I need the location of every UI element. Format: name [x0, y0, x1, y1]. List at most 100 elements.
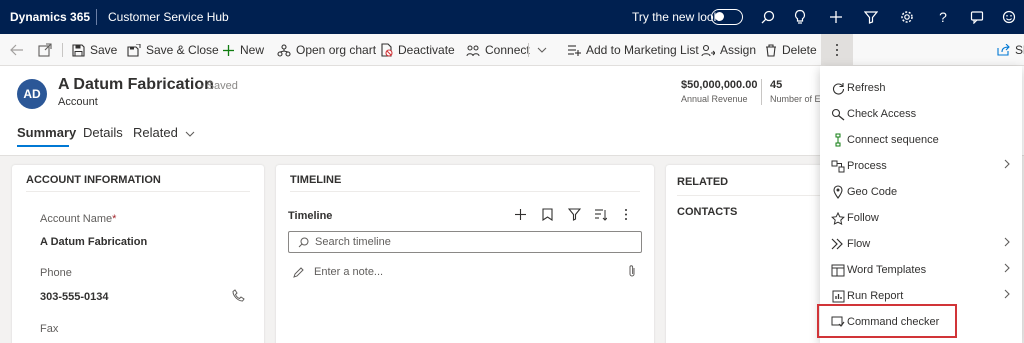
top-navigation-bar: Dynamics 365 Customer Service Hub Try th… [0, 0, 1024, 34]
record-entity-type: Account [58, 96, 98, 108]
trash-icon [766, 43, 776, 57]
menu-item-process[interactable]: Process [820, 153, 1022, 179]
tab-summary[interactable]: Summary [17, 125, 76, 140]
tab-details[interactable]: Details [83, 125, 123, 140]
share-label: Sh [1015, 43, 1024, 57]
org-chart-button[interactable]: Open org chart [277, 34, 376, 66]
annual-revenue-value: $50,000,000.00 [681, 79, 758, 91]
gear-icon[interactable] [898, 8, 916, 26]
deactivate-button[interactable]: Deactivate [380, 34, 455, 66]
connect-dropdown-button[interactable] [537, 34, 547, 66]
command-checker-highlight [817, 304, 957, 338]
back-button[interactable] [10, 34, 24, 66]
bookmark-icon[interactable] [542, 208, 553, 224]
app-name[interactable]: Customer Service Hub [108, 10, 229, 24]
related-heading: RELATED [677, 176, 729, 188]
phone-icon[interactable] [232, 289, 245, 305]
account-information-heading: ACCOUNT INFORMATION [26, 174, 161, 186]
account-name-field[interactable]: A Datum Fabrication [40, 236, 147, 248]
deactivate-icon [381, 43, 393, 57]
assign-button[interactable]: Assign [701, 34, 756, 66]
chevron-right-icon [1004, 237, 1010, 247]
divider [528, 43, 529, 57]
save-close-button[interactable]: Save & Close [127, 34, 219, 66]
chevron-down-icon [537, 47, 547, 53]
menu-item-follow[interactable]: Follow [820, 205, 1022, 231]
menu-item-label: Check Access [847, 108, 917, 120]
marketing-list-icon [568, 45, 581, 56]
connect-icon [466, 45, 480, 56]
check-access-icon [830, 106, 846, 122]
timeline-search-input[interactable]: Search timeline [288, 231, 642, 253]
sort-icon[interactable] [594, 208, 608, 224]
menu-item-label: Word Templates [847, 264, 927, 276]
command-bar: Save Save & Close New Open org chart Dea… [0, 34, 1024, 66]
menu-item-word-templates[interactable]: Word Templates [820, 257, 1022, 283]
record-title: A Datum Fabrication [58, 76, 214, 93]
add-to-marketing-list-label: Add to Marketing List [586, 43, 699, 57]
delete-button[interactable]: Delete [765, 34, 817, 66]
save-status: - Saved [200, 80, 238, 92]
menu-item-label: Refresh [847, 82, 886, 94]
account-name-label: Account Name* [40, 213, 116, 225]
star-icon [830, 210, 846, 226]
popout-button[interactable] [38, 34, 52, 66]
save-icon [72, 43, 85, 57]
menu-item-geo-code[interactable]: Geo Code [820, 179, 1022, 205]
menu-item-flow[interactable]: Flow [820, 231, 1022, 257]
process-icon [830, 158, 846, 174]
save-close-label: Save & Close [146, 43, 219, 57]
menu-item-refresh[interactable]: Refresh [820, 75, 1022, 101]
menu-item-connect-sequence[interactable]: Connect sequence [820, 127, 1022, 153]
lightbulb-icon[interactable] [791, 8, 809, 26]
feedback-icon[interactable] [1000, 8, 1018, 26]
filter-icon[interactable] [567, 208, 582, 224]
menu-item-check-access[interactable]: Check Access [820, 101, 1022, 127]
timeline-heading: TIMELINE [290, 174, 342, 186]
tab-related-label: Related [133, 125, 178, 140]
save-label: Save [90, 43, 118, 57]
popout-icon [38, 43, 52, 57]
flow-icon [830, 236, 846, 252]
menu-item-label: Run Report [847, 290, 904, 302]
assign-label: Assign [720, 43, 757, 57]
pencil-icon [293, 267, 304, 278]
divider [62, 43, 63, 57]
org-chart-icon [277, 43, 291, 57]
brand-title[interactable]: Dynamics 365 [10, 10, 90, 24]
card-divider [26, 191, 250, 192]
phone-field[interactable]: 303-555-0134 [40, 291, 109, 303]
back-arrow-icon [10, 44, 23, 56]
plus-icon[interactable] [514, 208, 527, 224]
menu-item-label: Connect sequence [847, 134, 939, 146]
new-button[interactable]: New [222, 34, 264, 66]
save-close-icon [127, 43, 141, 57]
more-commands-menu: Refresh Check Access Connect sequence Pr… [820, 66, 1022, 343]
chevron-right-icon [1004, 159, 1010, 169]
save-button[interactable]: Save [72, 34, 117, 66]
more-vertical-icon [836, 44, 838, 56]
plus-icon [223, 44, 234, 56]
connect-button[interactable]: Connect [466, 34, 530, 66]
more-commands-button[interactable] [821, 34, 853, 66]
contacts-heading: CONTACTS [677, 206, 738, 218]
help-icon[interactable]: ? [934, 8, 952, 26]
filter-icon[interactable] [862, 8, 880, 26]
plus-icon[interactable] [827, 8, 845, 26]
more-vertical-icon[interactable] [624, 208, 628, 224]
chat-icon[interactable] [968, 8, 986, 26]
refresh-icon [830, 80, 846, 96]
tab-related[interactable]: Related [133, 125, 195, 140]
add-to-marketing-list-button[interactable]: Add to Marketing List [567, 34, 699, 66]
fax-label: Fax [40, 323, 59, 335]
chevron-right-icon [1004, 289, 1010, 299]
new-label: New [240, 43, 265, 57]
kpi-divider [761, 79, 762, 105]
share-icon [997, 44, 1010, 56]
search-icon[interactable] [759, 8, 777, 26]
attachment-icon[interactable] [628, 264, 636, 278]
share-button[interactable]: Sh [997, 34, 1024, 66]
new-look-toggle[interactable] [711, 9, 743, 25]
try-new-look-label: Try the new look [632, 10, 720, 24]
search-icon [298, 237, 309, 248]
